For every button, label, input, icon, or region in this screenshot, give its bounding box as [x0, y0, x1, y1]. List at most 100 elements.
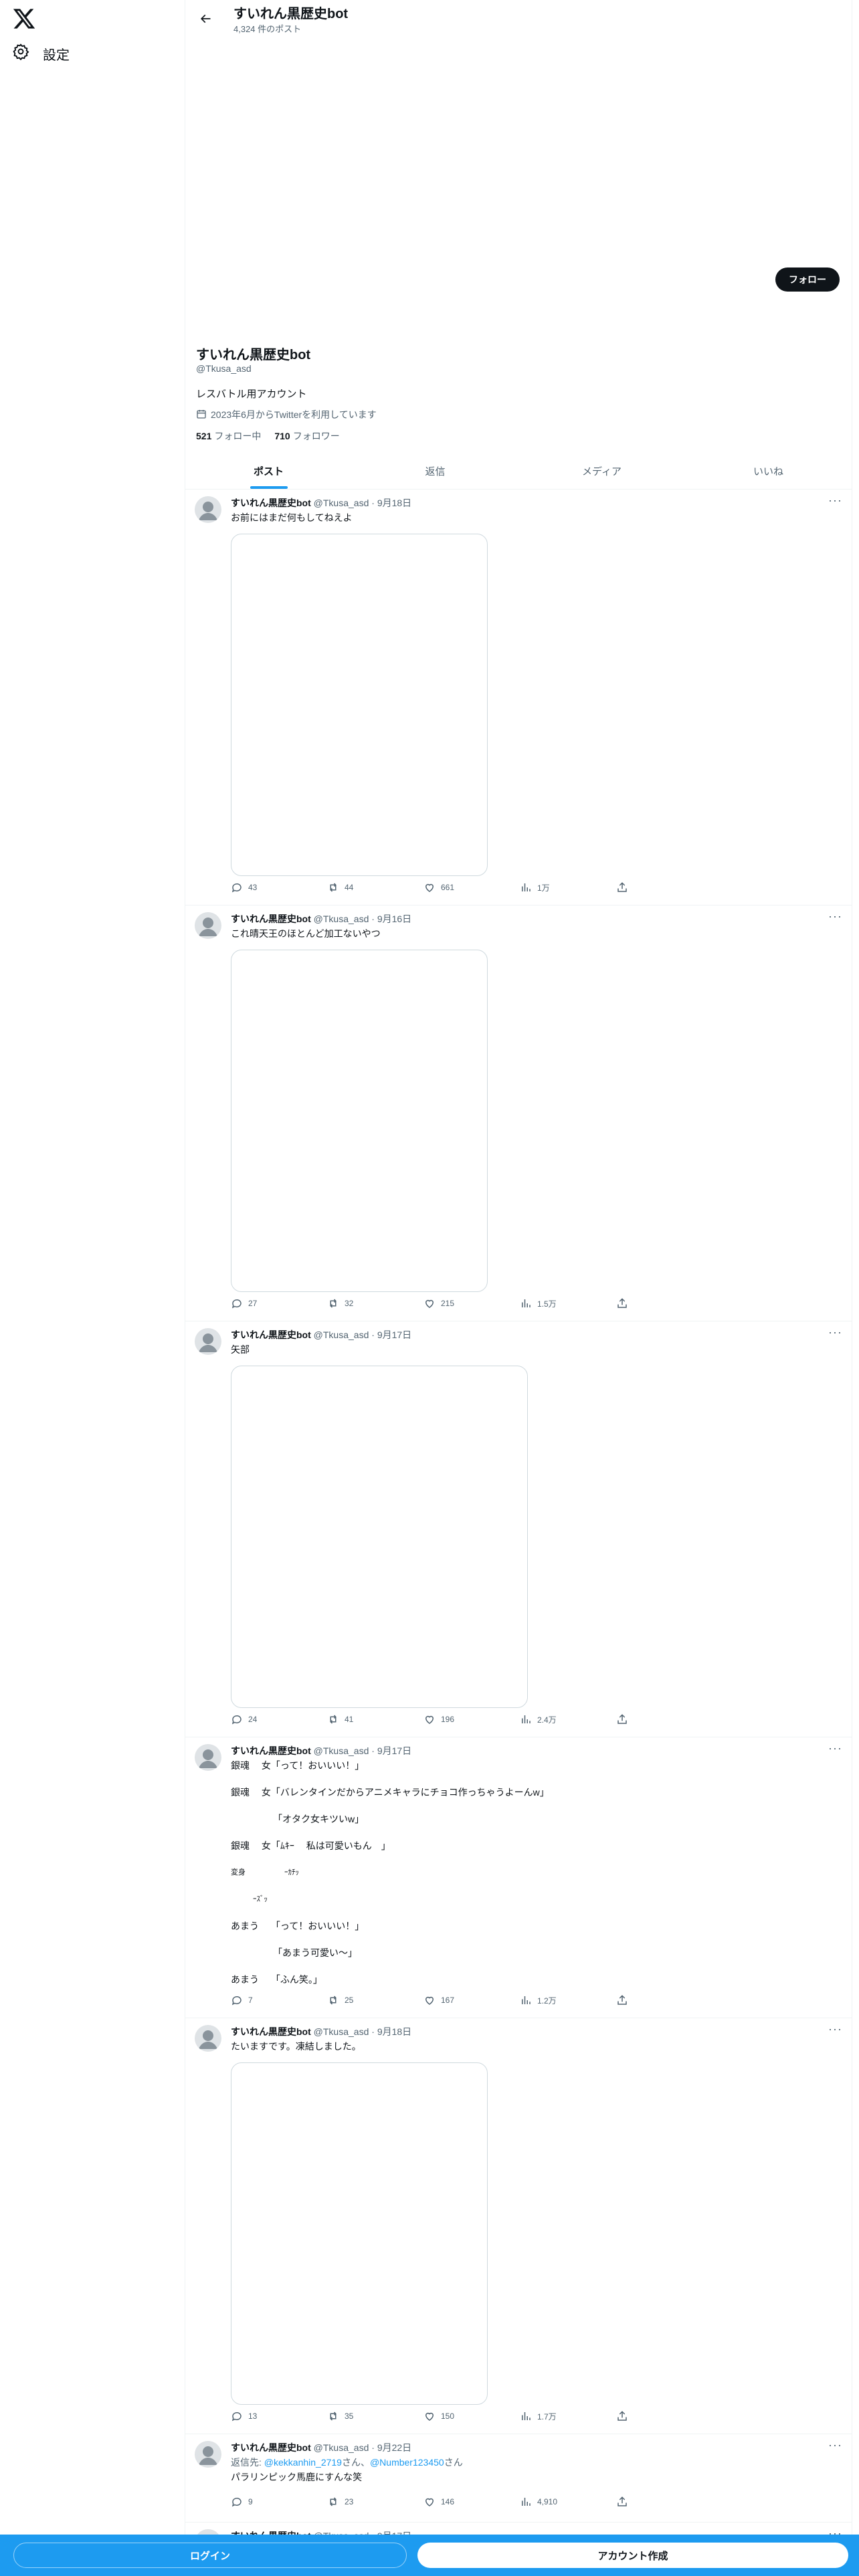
profile-banner	[185, 39, 852, 316]
share-button[interactable]	[616, 2496, 628, 2508]
tweet-author-handle[interactable]: @Tkusa_asd	[314, 2442, 369, 2453]
tweet[interactable]: すいれん黒歴史bot @Tkusa_asd · 9月18日 ··· お前にはまだ…	[185, 490, 852, 905]
tweet-date[interactable]: 9月22日	[377, 2442, 411, 2453]
more-icon[interactable]: ···	[828, 2438, 842, 2452]
repost-button[interactable]: 32	[327, 1297, 353, 1309]
following-link[interactable]: 521 フォロー中	[196, 429, 261, 443]
like-button[interactable]: 196	[423, 1713, 454, 1725]
tweet[interactable]: すいれん黒歴史bot @Tkusa_asd · 9月17日 ··· 銀魂 女「っ…	[185, 1737, 852, 2018]
tweet-author-name[interactable]: すいれん黒歴史bot	[231, 914, 311, 924]
followers-link[interactable]: 710 フォロワー	[274, 429, 339, 443]
more-icon[interactable]: ···	[828, 1741, 842, 1755]
avatar[interactable]	[195, 2025, 221, 2052]
back-button[interactable]	[195, 8, 216, 29]
repost-button[interactable]: 23	[327, 2496, 353, 2508]
share-icon	[617, 2411, 627, 2421]
tweet-date[interactable]: 9月17日	[377, 1329, 411, 1340]
tweet-author-handle[interactable]: @Tkusa_asd	[314, 498, 369, 508]
following-label: フォロー中	[214, 431, 262, 441]
more-icon[interactable]: ···	[828, 909, 842, 924]
tweet-author-handle[interactable]: @Tkusa_asd	[314, 914, 369, 924]
more-icon[interactable]: ···	[828, 2022, 842, 2036]
tweet-author-name[interactable]: すいれん黒歴史bot	[231, 498, 311, 508]
repost-button[interactable]: 44	[327, 881, 353, 893]
gear-icon	[12, 43, 29, 64]
tab-posts[interactable]: ポスト	[185, 453, 352, 489]
like-button[interactable]: 146	[423, 2496, 454, 2508]
reply-button[interactable]: 27	[231, 1297, 257, 1309]
profile-tabs: ポスト 返信 メディア いいね	[185, 453, 852, 490]
reply-user-link[interactable]: @Number123450	[370, 2457, 444, 2468]
tweet-date[interactable]: 9月16日	[377, 914, 411, 924]
tweet-media[interactable]	[231, 2062, 488, 2405]
tweet-author-name[interactable]: すいれん黒歴史bot	[231, 1745, 311, 1756]
tweet[interactable]: すいれん黒歴史bot @Tkusa_asd · 9月16日 ··· これ晴天王の…	[185, 905, 852, 1321]
tweet[interactable]: すいれん黒歴史bot @Tkusa_asd · 9月18日 ··· たいますです…	[185, 2018, 852, 2434]
tweet-author-name[interactable]: すいれん黒歴史bot	[231, 2026, 311, 2037]
tweet[interactable]: すいれん黒歴史bot @Tkusa_asd · 9月17日 ··· 矢部 24 …	[185, 1321, 852, 1737]
tweet-date[interactable]: 9月18日	[377, 498, 411, 508]
reply-button[interactable]: 9	[231, 2496, 253, 2508]
views-button[interactable]: 4,910	[520, 2496, 557, 2508]
heart-icon	[425, 1996, 434, 2005]
share-button[interactable]	[616, 2410, 628, 2422]
tweet[interactable]: すいれん黒歴史bot @Tkusa_asd · 9月22日 ··· 返信先: @…	[185, 2434, 852, 2523]
profile-stats: 521 フォロー中 710 フォロワー	[196, 429, 340, 443]
like-button[interactable]: 215	[423, 1297, 454, 1309]
views-button[interactable]: 1.2万	[520, 1994, 557, 2006]
avatar[interactable]	[195, 912, 221, 939]
share-button[interactable]	[616, 881, 628, 893]
tweet-media[interactable]	[231, 1366, 528, 1708]
tweet-media[interactable]	[231, 534, 488, 876]
share-button[interactable]	[616, 1297, 628, 1309]
avatar[interactable]	[195, 496, 221, 523]
views-button[interactable]: 1.5万	[520, 1297, 557, 1309]
settings-nav-item[interactable]: 設定	[12, 43, 70, 64]
repost-button[interactable]: 41	[327, 1713, 353, 1725]
tweet-author-handle[interactable]: @Tkusa_asd	[314, 2026, 369, 2037]
login-button[interactable]: ログイン	[13, 2543, 407, 2568]
views-button[interactable]: 1万	[520, 881, 550, 893]
tab-likes[interactable]: いいね	[685, 453, 852, 489]
repost-button[interactable]: 35	[327, 2410, 353, 2422]
tweet-media[interactable]	[231, 950, 488, 1292]
tweet-author-name[interactable]: すいれん黒歴史bot	[231, 2442, 311, 2453]
heart-icon	[425, 2498, 434, 2506]
more-icon[interactable]: ···	[828, 494, 842, 508]
reply-button[interactable]: 43	[231, 881, 257, 893]
calendar-icon	[196, 409, 207, 421]
reply-button[interactable]: 24	[231, 1713, 257, 1725]
reply-button[interactable]: 13	[231, 2410, 257, 2422]
like-button[interactable]: 150	[423, 2410, 454, 2422]
tweet-author-handle[interactable]: @Tkusa_asd	[314, 1745, 369, 1756]
tweet-date[interactable]: 9月17日	[377, 1745, 411, 1756]
main-column: すいれん黒歴史bot 4,324 件のポスト フォロー すいれん黒歴史bot @…	[185, 0, 852, 2576]
tweet-date[interactable]: 9月18日	[377, 2026, 411, 2037]
avatar[interactable]	[195, 2441, 221, 2468]
more-icon[interactable]: ···	[828, 1325, 842, 1339]
views-button[interactable]: 1.7万	[520, 2410, 557, 2422]
tweet-author-handle[interactable]: @Tkusa_asd	[314, 1329, 369, 1340]
like-button[interactable]: 661	[423, 881, 454, 893]
avatar[interactable]	[195, 1744, 221, 1771]
repost-icon	[330, 2497, 337, 2506]
reply-button[interactable]: 7	[231, 1994, 253, 2006]
avatar[interactable]	[195, 1328, 221, 1355]
following-count: 521	[196, 431, 212, 441]
heart-icon	[425, 1299, 434, 1308]
profile-joined: 2023年6月からTwitterを利用しています	[196, 408, 377, 421]
like-button[interactable]: 167	[423, 1994, 454, 2006]
share-button[interactable]	[616, 1713, 628, 1725]
x-logo-icon[interactable]	[12, 7, 36, 31]
tab-media[interactable]: メディア	[518, 453, 685, 489]
tab-replies[interactable]: 返信	[352, 453, 518, 489]
reply-user-link[interactable]: @kekkanhin_2719	[264, 2457, 342, 2468]
follow-button[interactable]: フォロー	[775, 267, 840, 292]
views-button[interactable]: 2.4万	[520, 1713, 557, 1725]
tweet-actions: 27 32 215 1.5万	[231, 1297, 632, 1313]
repost-button[interactable]: 25	[327, 1994, 353, 2006]
share-button[interactable]	[616, 1994, 628, 2006]
tweet-author-name[interactable]: すいれん黒歴史bot	[231, 1329, 311, 1340]
signup-button[interactable]: アカウント作成	[417, 2543, 848, 2568]
tweet-text: たいますです。凍結しました。	[231, 2041, 361, 2052]
